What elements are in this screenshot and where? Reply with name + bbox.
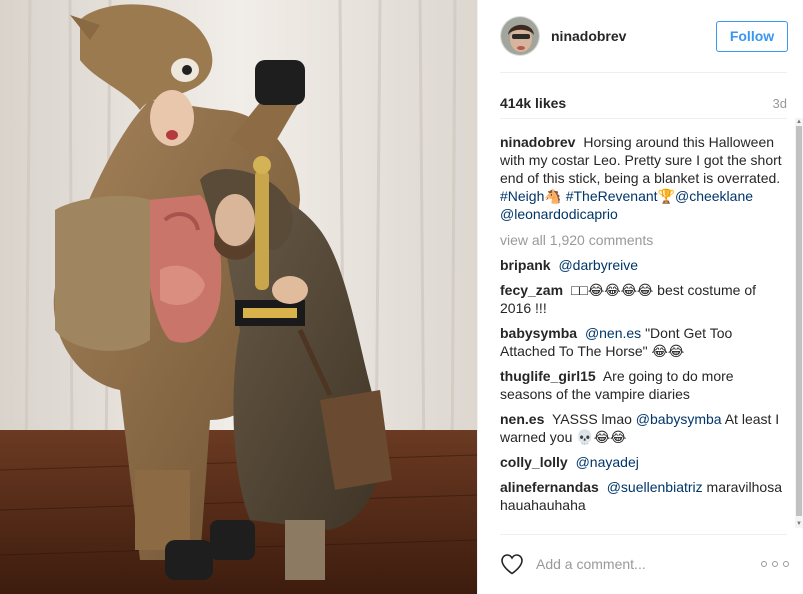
- header-divider: [500, 72, 787, 73]
- comment-username[interactable]: babysymba: [500, 325, 577, 341]
- caption-emoji-horse: 🐴: [544, 188, 562, 204]
- comments-scrollbar[interactable]: ▲ ▼: [795, 118, 803, 528]
- caption-hashtag-neigh[interactable]: #Neigh: [500, 188, 544, 204]
- comment-username[interactable]: alinefernandas: [500, 479, 599, 495]
- comment-username[interactable]: bripank: [500, 257, 551, 273]
- caption-emoji-trophy: 🏆: [657, 188, 675, 204]
- comment-footer: [500, 546, 789, 582]
- avatar[interactable]: [500, 16, 540, 56]
- comment-item: alinefernandas @suellenbiatriz maravilho…: [500, 478, 782, 514]
- comment-mention[interactable]: @nayadej: [576, 454, 639, 470]
- comment-mention[interactable]: @suellenbiatriz: [607, 479, 703, 495]
- post-caption: ninadobrev Horsing around this Halloween…: [500, 133, 782, 223]
- likes-divider: [500, 118, 787, 119]
- post-header: ninadobrev Follow: [478, 0, 803, 72]
- more-options-icon[interactable]: [761, 558, 789, 570]
- comment-mention[interactable]: @babysymba: [636, 411, 722, 427]
- follow-button[interactable]: Follow: [716, 20, 788, 52]
- comment-item: nen.es YASSS lmao @babysymba At least I …: [500, 410, 782, 446]
- instagram-post: ninadobrev Follow 414k likes 3d ninadobr…: [0, 0, 803, 594]
- comment-username[interactable]: nen.es: [500, 411, 544, 427]
- post-username[interactable]: ninadobrev: [551, 28, 716, 44]
- comment-mention[interactable]: @darbyreive: [558, 257, 638, 273]
- comment-text: YASSS lmao: [552, 411, 632, 427]
- scroll-up-icon[interactable]: ▲: [796, 119, 802, 125]
- caption-hashtag-revenant[interactable]: #TheRevenant: [566, 188, 658, 204]
- dot-icon: [761, 561, 767, 567]
- caption-mention-cheeklane[interactable]: @cheeklane: [675, 188, 753, 204]
- scrollbar-thumb[interactable]: [796, 126, 802, 516]
- caption-username[interactable]: ninadobrev: [500, 134, 575, 150]
- dot-icon: [772, 561, 778, 567]
- comment-input[interactable]: [536, 552, 761, 576]
- post-timestamp[interactable]: 3d: [773, 96, 787, 111]
- post-photo[interactable]: [0, 0, 477, 594]
- caption-mention-leonardodicaprio[interactable]: @leonardodicaprio: [500, 206, 618, 222]
- likes-count[interactable]: 414k likes: [500, 95, 566, 111]
- comment-item: thuglife_girl15 Are going to do more sea…: [500, 367, 782, 403]
- footer-divider: [500, 534, 787, 535]
- heart-icon[interactable]: [500, 553, 524, 575]
- post-side-panel: ninadobrev Follow 414k likes 3d ninadobr…: [477, 0, 803, 594]
- comment-mention[interactable]: @nen.es: [585, 325, 641, 341]
- dot-icon: [783, 561, 789, 567]
- comment-item: babysymba @nen.es "Dont Get Too Attached…: [500, 324, 782, 360]
- comment-username[interactable]: fecy_zam: [500, 282, 563, 298]
- view-all-comments-link[interactable]: view all 1,920 comments: [500, 231, 782, 249]
- comment-item: colly_lolly @nayadej: [500, 453, 782, 471]
- comment-username[interactable]: thuglife_girl15: [500, 368, 596, 384]
- comment-username[interactable]: colly_lolly: [500, 454, 568, 470]
- comments-list: ninadobrev Horsing around this Halloween…: [500, 133, 782, 527]
- comment-item: fecy_zam □□😂😂😂😂 best costume of 2016 !!!: [500, 281, 782, 317]
- likes-row: 414k likes 3d: [500, 94, 787, 112]
- scroll-down-icon[interactable]: ▼: [796, 521, 802, 527]
- comment-item: bripank @darbyreive: [500, 256, 782, 274]
